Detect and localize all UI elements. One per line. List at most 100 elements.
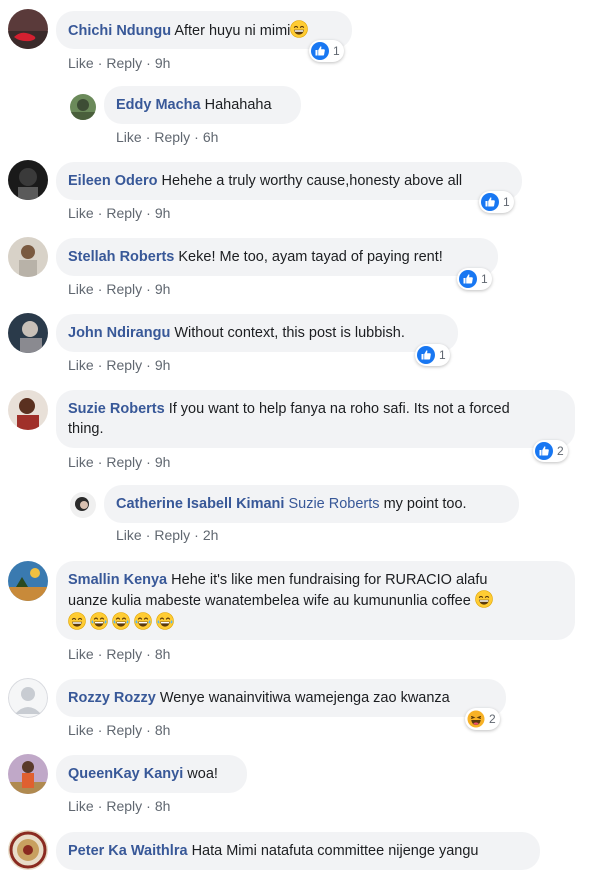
reaction-count: 1	[503, 195, 510, 209]
comment-bubble: John Ndirangu Without context, this post…	[56, 314, 458, 352]
comment-actions: Like · Reply · 9h	[68, 357, 170, 373]
like-link[interactable]: Like	[68, 646, 94, 662]
laughing-emoji-icon	[467, 710, 485, 728]
comment-author[interactable]: Peter Ka Waithlra	[68, 843, 188, 859]
comment-timestamp[interactable]: 8h	[155, 646, 171, 662]
comment-actions: Like · Reply · 6h	[116, 129, 218, 145]
comment-actions: Like · Reply · 8h	[68, 798, 170, 814]
comment-timestamp[interactable]: 9h	[155, 454, 171, 470]
comment-line: Smallin Kenya Hehe it's like men fundrai…	[68, 570, 563, 590]
separator: ·	[97, 646, 103, 662]
reaction-count-badge[interactable]: 1	[415, 344, 450, 366]
reaction-count-badge[interactable]: 2	[533, 440, 568, 462]
separator: ·	[97, 281, 103, 297]
comment-author[interactable]: Stellah Roberts	[68, 249, 174, 265]
separator: ·	[97, 798, 103, 814]
comment-bubble: Suzie Roberts If you want to help fanya …	[56, 390, 575, 448]
comment-timestamp[interactable]: 8h	[155, 722, 171, 738]
avatar[interactable]	[8, 390, 48, 430]
like-link[interactable]: Like	[68, 357, 94, 373]
comment-author[interactable]: QueenKay Kanyi	[68, 766, 183, 782]
comment-text: Hehe it's like men fundraising for RURAC…	[171, 572, 488, 588]
like-link[interactable]: Like	[68, 722, 94, 738]
comment-timestamp[interactable]: 9h	[155, 281, 171, 297]
like-link[interactable]: Like	[68, 454, 94, 470]
comment-actions: Like · Reply · 9h	[68, 55, 170, 71]
comment-author[interactable]: John Ndirangu	[68, 325, 170, 341]
avatar[interactable]	[8, 160, 48, 200]
reply-link[interactable]: Reply	[106, 357, 142, 373]
reply-link[interactable]: Reply	[154, 527, 190, 543]
reply-link[interactable]: Reply	[154, 129, 190, 145]
comment-text: If you want to help fanya na roho safi. …	[168, 401, 510, 417]
reply-link[interactable]: Reply	[106, 646, 142, 662]
like-link[interactable]: Like	[68, 55, 94, 71]
comment-author[interactable]: Chichi Ndungu	[68, 23, 171, 39]
separator: ·	[97, 55, 103, 71]
avatar[interactable]	[70, 94, 96, 120]
comment-text: Keke! Me too, ayam tayad of paying rent!	[178, 249, 443, 265]
like-link[interactable]: Like	[68, 281, 94, 297]
reply-link[interactable]: Reply	[106, 454, 142, 470]
separator: ·	[146, 205, 151, 221]
mention-link[interactable]: Suzie Roberts	[288, 496, 379, 512]
separator: ·	[194, 527, 199, 543]
grinning-emoji-icon	[68, 612, 86, 630]
comment-bubble: Catherine Isabell Kimani Suzie Roberts m…	[104, 485, 519, 523]
grinning-emoji-icon	[475, 590, 493, 608]
reply-link[interactable]: Reply	[106, 205, 142, 221]
comment-timestamp[interactable]: 6h	[203, 129, 219, 145]
reaction-count-badge[interactable]: 2	[465, 708, 500, 730]
grinning-emoji-icon	[290, 20, 308, 38]
comment-author[interactable]: Eddy Macha	[116, 97, 201, 113]
comment-line: uanze kulia mabeste wanatembelea wife au…	[68, 590, 563, 611]
reply-link[interactable]: Reply	[106, 722, 142, 738]
comment-timestamp[interactable]: 9h	[155, 55, 171, 71]
reply-link[interactable]: Reply	[106, 798, 142, 814]
avatar[interactable]	[8, 237, 48, 277]
like-link[interactable]: Like	[68, 798, 94, 814]
comment-author[interactable]: Eileen Odero	[68, 173, 157, 189]
comment-text: my point too.	[383, 496, 467, 512]
like-link[interactable]: Like	[116, 527, 142, 543]
reply-link[interactable]: Reply	[106, 281, 142, 297]
separator: ·	[97, 454, 103, 470]
avatar[interactable]	[8, 754, 48, 794]
comment-timestamp[interactable]: 2h	[203, 527, 219, 543]
reaction-count-badge[interactable]: 1	[309, 40, 344, 62]
comment-actions: Like · Reply · 9h	[68, 454, 170, 470]
separator: ·	[97, 205, 103, 221]
comment-timestamp[interactable]: 9h	[155, 205, 171, 221]
reaction-count-badge[interactable]: 1	[479, 191, 514, 213]
comment-text-continuation: thing.	[68, 421, 104, 437]
separator: ·	[145, 527, 151, 543]
separator: ·	[146, 722, 151, 738]
comment-actions: Like · Reply · 9h	[68, 281, 170, 297]
separator: ·	[194, 129, 199, 145]
avatar[interactable]	[8, 9, 48, 49]
tears-of-joy-emoji-icon	[134, 612, 152, 630]
reply-link[interactable]: Reply	[106, 55, 142, 71]
avatar[interactable]	[8, 561, 48, 601]
emoji-line	[68, 612, 563, 633]
thumbs-up-icon	[459, 270, 477, 288]
reaction-count-badge[interactable]: 1	[457, 268, 492, 290]
comment-text: Without context, this post is lubbish.	[174, 325, 405, 341]
comment-bubble: QueenKay Kanyi woa!	[56, 755, 247, 793]
avatar[interactable]	[8, 830, 48, 870]
comment-timestamp[interactable]: 8h	[155, 798, 171, 814]
avatar[interactable]	[8, 678, 48, 718]
like-link[interactable]: Like	[68, 205, 94, 221]
comment-author[interactable]: Rozzy Rozzy	[68, 690, 156, 706]
comment-author[interactable]: Catherine Isabell Kimani	[116, 496, 284, 512]
comment-author[interactable]: Smallin Kenya	[68, 572, 167, 588]
avatar[interactable]	[70, 492, 96, 518]
comment-bubble: Smallin Kenya Hehe it's like men fundrai…	[56, 561, 575, 640]
separator: ·	[97, 357, 103, 373]
avatar[interactable]	[8, 313, 48, 353]
comment-timestamp[interactable]: 9h	[155, 357, 171, 373]
comment-author[interactable]: Suzie Roberts	[68, 401, 165, 417]
like-link[interactable]: Like	[116, 129, 142, 145]
comment-actions: Like · Reply · 8h	[68, 646, 170, 662]
comment-text: woa!	[187, 766, 218, 782]
